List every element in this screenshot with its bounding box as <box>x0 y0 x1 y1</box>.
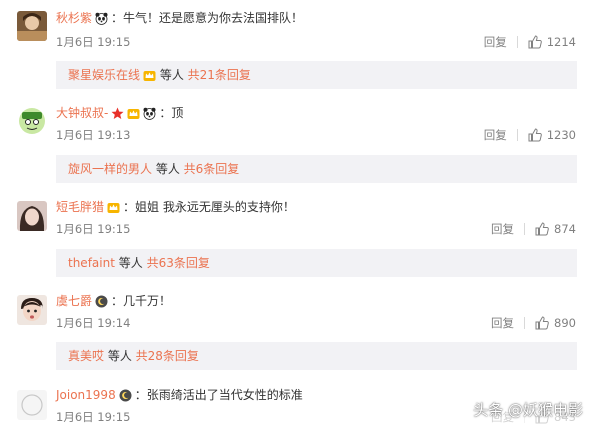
avatar[interactable] <box>17 106 47 136</box>
comment-text: 姐姐 我永远无厘头的支持你！ <box>135 200 295 214</box>
avatar[interactable] <box>17 390 47 420</box>
star-icon <box>111 107 124 120</box>
avatar[interactable] <box>17 201 47 231</box>
sub-reply-user[interactable]: 旋风一样的男人 <box>68 162 152 176</box>
timestamp: 1月6日 19:14 <box>56 316 131 330</box>
comment-list: 秋杉紫 ： 牛气！还是愿意为你去法国排队！ 1月6日 19:15 回复 1214… <box>0 0 593 427</box>
reply-button[interactable]: 回复 <box>484 34 507 50</box>
avatar[interactable] <box>17 11 47 41</box>
username[interactable]: Joion1998 <box>56 386 116 404</box>
reply-button[interactable]: 回复 <box>491 221 514 237</box>
panda-icon <box>95 12 108 25</box>
like-button[interactable]: 874 <box>535 221 576 237</box>
timestamp: 1月6日 19:15 <box>56 35 131 49</box>
toutiao-logo-icon <box>451 401 467 417</box>
crown-badge-icon <box>127 107 140 120</box>
night-badge-icon <box>119 389 132 402</box>
thumbs-up-icon <box>535 316 549 330</box>
sub-reply-user[interactable]: 聚星娱乐在线 <box>68 68 140 82</box>
comment-text: 张雨绮活出了当代女性的标准 <box>146 388 303 402</box>
sub-reply-user[interactable]: 真美哎 <box>68 349 104 363</box>
like-button[interactable]: 1214 <box>528 34 576 50</box>
watermark: 头条 @妖猴电影 <box>451 397 583 421</box>
sub-replies: 旋风一样的男人 等人 共6条回复 <box>56 155 577 183</box>
like-button[interactable]: 1230 <box>528 127 576 143</box>
timestamp: 1月6日 19:13 <box>56 128 131 142</box>
view-all-replies-link[interactable]: 共6条回复 <box>184 162 240 176</box>
like-button[interactable]: 890 <box>535 315 576 331</box>
timestamp: 1月6日 19:15 <box>56 222 131 236</box>
comment-text: 牛气！还是愿意为你去法国排队！ <box>123 11 304 25</box>
view-all-replies-link[interactable]: 共21条回复 <box>188 68 251 82</box>
avatar[interactable] <box>17 295 47 325</box>
sub-replies: 真美哎 等人 共28条回复 <box>56 342 577 370</box>
timestamp: 1月6日 19:15 <box>56 410 131 424</box>
username[interactable]: 大钟叔叔- <box>56 104 108 122</box>
view-all-replies-link[interactable]: 共63条回复 <box>147 256 210 270</box>
crown-badge-icon <box>107 201 120 214</box>
sub-reply-user[interactable]: thefaint <box>68 256 115 270</box>
username[interactable]: 秋杉紫 <box>56 9 92 27</box>
panda-icon <box>143 107 156 120</box>
reply-button[interactable]: 回复 <box>491 315 514 331</box>
thumbs-up-icon <box>528 35 542 49</box>
username[interactable]: 短毛胖猎 <box>56 198 104 216</box>
like-count: 874 <box>554 222 576 236</box>
crown-badge-icon <box>143 69 156 82</box>
night-badge-icon <box>95 295 108 308</box>
view-all-replies-link[interactable]: 共28条回复 <box>136 349 199 363</box>
like-count: 890 <box>554 316 576 330</box>
watermark-text: 头条 @妖猴电影 <box>473 400 583 419</box>
sub-replies: thefaint 等人 共63条回复 <box>56 249 577 277</box>
username[interactable]: 虞七爵 <box>56 292 92 310</box>
reply-button[interactable]: 回复 <box>484 127 507 143</box>
thumbs-up-icon <box>528 128 542 142</box>
comment-text: 顶 <box>171 106 184 120</box>
sub-replies: 聚星娱乐在线 等人 共21条回复 <box>56 61 577 89</box>
like-count: 1214 <box>546 35 576 49</box>
comment-text: 几千万！ <box>123 294 172 308</box>
like-count: 1230 <box>546 128 576 142</box>
thumbs-up-icon <box>535 222 549 236</box>
